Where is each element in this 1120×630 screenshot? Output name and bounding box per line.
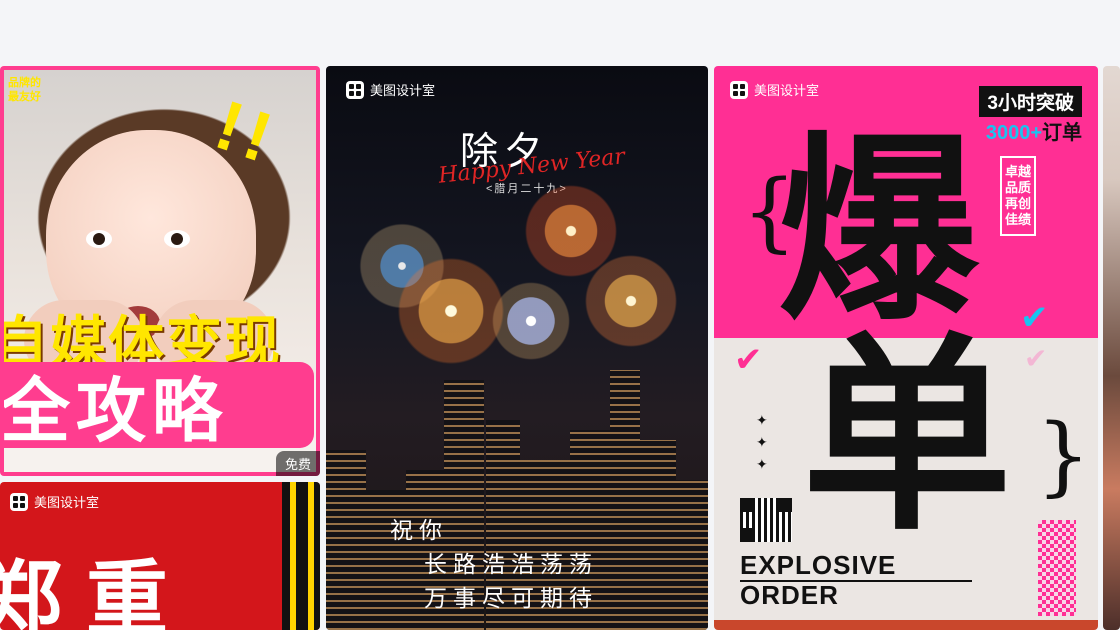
template-card-announcement[interactable]: 美图设计室 郑重 [0, 482, 320, 630]
template-card-self-media[interactable]: ! ! 品牌的 最友好 自媒体变现 全攻略 免费 [0, 66, 320, 476]
check-icon: ✔ [1020, 299, 1049, 337]
firework [566, 236, 696, 366]
badge-order-count: 3000+订单 [986, 116, 1082, 145]
vertical-slogan: 卓越品质 再创佳绩 [1000, 156, 1036, 236]
brand-label: 美图设计室 [730, 80, 819, 99]
checker-pattern [1038, 520, 1076, 616]
order-count: 3000+ [985, 122, 1042, 144]
building [326, 450, 366, 630]
brand-label: 美图设计室 [346, 80, 435, 99]
check-icon: ✔ [1024, 343, 1048, 374]
big-character-bao: 爆 [778, 120, 978, 343]
brand-name: 美图设计室 [34, 495, 100, 510]
building [640, 440, 676, 630]
template-card-partial[interactable] [1103, 66, 1120, 630]
meitu-logo-icon [730, 80, 748, 99]
qr-code [740, 498, 792, 542]
next-card-edge [714, 620, 1098, 630]
right-brace: } [1036, 406, 1091, 506]
blessing-text: 祝你 长路浩浩荡荡 万事尽可期待 [384, 514, 598, 616]
blessing-line: 长路浩浩荡荡 [424, 552, 598, 578]
free-badge: 免费 [275, 451, 320, 476]
divider [740, 580, 972, 582]
brand-name: 美图设计室 [754, 83, 820, 98]
english-line: ORDER [740, 580, 839, 610]
order-suffix: 订单 [1042, 122, 1082, 144]
building [676, 480, 708, 630]
card-border [0, 66, 320, 476]
check-icon: ✔ [734, 341, 763, 379]
brand-label: 美图设计室 [10, 492, 99, 511]
sparkle-icon: ✦ [756, 434, 768, 450]
building [610, 370, 640, 630]
english-line: EXPLOSIVE [740, 550, 897, 580]
meitu-logo-icon [10, 492, 28, 511]
blessing-line: 万事尽可期待 [424, 586, 598, 612]
brand-name: 美图设计室 [370, 83, 436, 98]
big-character-dan: 单 [802, 319, 1013, 554]
decorative-stripe [282, 482, 320, 630]
badge-3-hours: 3小时突破 [979, 86, 1082, 117]
template-card-new-year[interactable]: 美图设计室 除夕 Happy New Year <腊月二十九> 祝你 长路浩浩荡… [326, 66, 708, 630]
sparkle-icon: ✦ [756, 412, 768, 428]
template-card-explosive-order[interactable]: 美图设计室 3小时突破 3000+订单 { 爆 单 } 卓越品质 再创佳绩 ✔ … [714, 66, 1098, 630]
blessing-line: 祝你 [390, 518, 448, 544]
meitu-logo-icon [346, 80, 364, 99]
headline: 郑重 [0, 554, 193, 630]
sparkle-icon: ✦ [756, 456, 768, 472]
